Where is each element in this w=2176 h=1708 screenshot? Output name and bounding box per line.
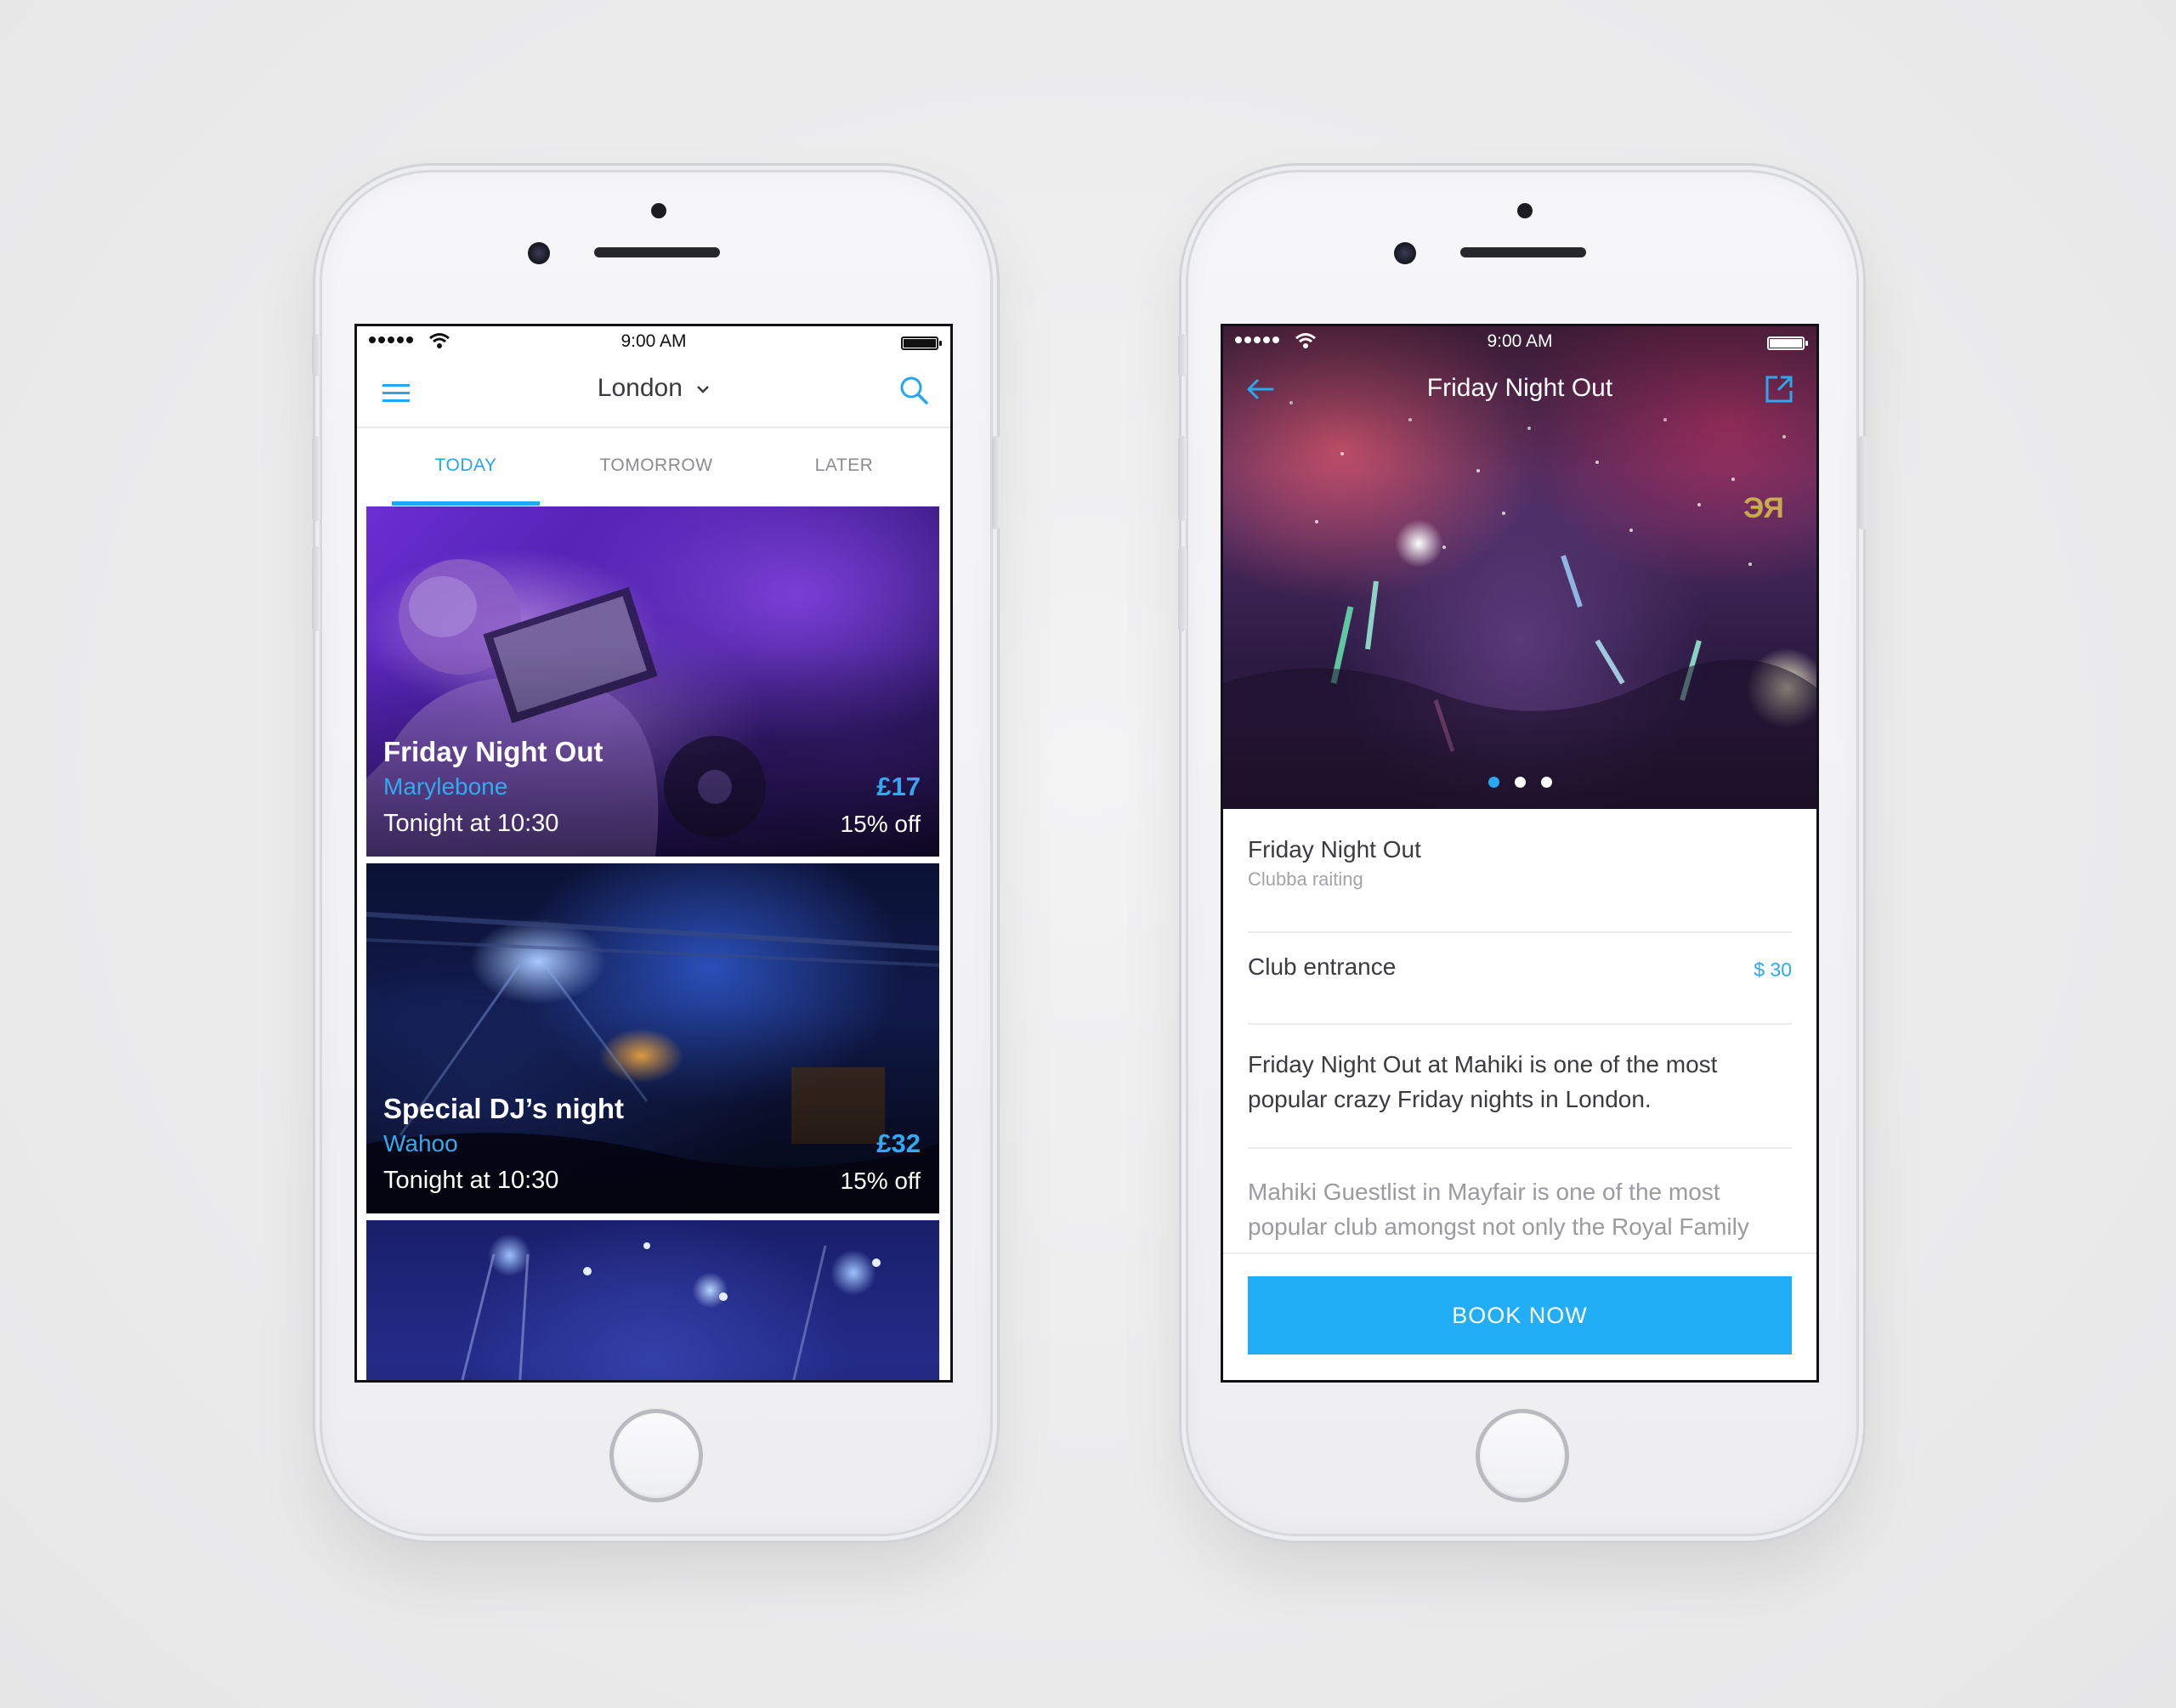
status-time: 9:00 AM xyxy=(620,331,687,351)
event-card[interactable] xyxy=(366,1220,939,1380)
date-tabs: TODAY TOMORROW LATER xyxy=(357,428,950,506)
event-price: £32 xyxy=(876,1128,921,1158)
volume-up-button xyxy=(312,436,320,521)
city-selector[interactable]: London xyxy=(357,374,950,403)
front-camera xyxy=(1394,242,1416,264)
wifi-icon xyxy=(1295,333,1316,348)
entrance-row: Club entrance $ 30 xyxy=(1248,933,1792,1025)
tab-today[interactable]: TODAY xyxy=(392,455,540,476)
battery-icon xyxy=(901,337,942,350)
wifi-icon xyxy=(429,333,450,348)
status-bar: 9:00 AM xyxy=(357,326,950,357)
book-now-button[interactable]: BOOK NOW xyxy=(1248,1276,1792,1355)
earpiece-speaker xyxy=(594,247,720,257)
top-nav-bar: London xyxy=(357,357,950,428)
events-list-screen: 9:00 AM London TODAY TOMORROW LATER Frid… xyxy=(354,324,953,1383)
volume-down-button xyxy=(1178,546,1187,631)
event-time: Tonight at 10:30 xyxy=(383,1167,559,1194)
event-venue[interactable]: Marylebone xyxy=(383,773,507,800)
power-button xyxy=(992,436,1000,529)
event-card[interactable]: Friday Night Out Marylebone Tonight at 1… xyxy=(366,506,939,857)
active-tab-indicator xyxy=(392,501,540,506)
entrance-price: $ 30 xyxy=(1754,959,1792,981)
proximity-sensor xyxy=(651,203,666,218)
event-description: Friday Night Out at Mahiki is one of the… xyxy=(1248,1051,1718,1112)
volume-down-button xyxy=(312,546,320,631)
chevron-down-icon xyxy=(697,386,710,393)
signal-icon xyxy=(369,337,413,343)
event-title: Friday Night Out xyxy=(383,736,604,767)
event-price: £17 xyxy=(876,772,921,801)
event-summary: Friday Night Out Clubba raiting xyxy=(1248,809,1792,933)
concert-lights-illustration xyxy=(461,1242,881,1380)
home-button xyxy=(609,1409,703,1502)
event-time: Tonight at 10:30 xyxy=(383,810,559,837)
event-title: Special DJ’s night xyxy=(383,1093,625,1124)
carousel-dot-active[interactable] xyxy=(1488,777,1499,788)
share-icon[interactable] xyxy=(1764,374,1794,404)
venue-description: Mahiki Guestlist in Mayfair is one of th… xyxy=(1248,1179,1749,1240)
phone-frame-left: 9:00 AM London TODAY TOMORROW LATER Frid… xyxy=(312,170,1000,1536)
event-detail-screen: ЭЯ 9:00 AM Friday Night Out xyxy=(1221,324,1819,1383)
event-venue[interactable]: Wahoo xyxy=(383,1130,458,1157)
card-gradient-overlay xyxy=(366,863,939,1213)
event-card[interactable]: Special DJ’s night Wahoo Tonight at 10:3… xyxy=(366,863,939,1213)
tab-later[interactable]: LATER xyxy=(770,455,918,476)
detail-page-title: Friday Night Out xyxy=(1426,374,1613,402)
description-section: Friday Night Out at Mahiki is one of the… xyxy=(1248,1025,1792,1149)
volume-up-button xyxy=(1178,436,1187,521)
power-button xyxy=(1858,436,1867,529)
proximity-sensor xyxy=(1517,203,1533,218)
home-button xyxy=(1476,1409,1569,1502)
carousel-dot[interactable] xyxy=(1540,777,1552,788)
city-name: London xyxy=(597,374,683,402)
battery-icon xyxy=(1767,337,1808,350)
carousel-dot[interactable] xyxy=(1514,777,1526,788)
card-gradient-overlay xyxy=(366,506,939,857)
tab-tomorrow[interactable]: TOMORROW xyxy=(582,455,730,476)
earpiece-speaker xyxy=(1460,247,1586,257)
search-icon[interactable] xyxy=(898,374,930,406)
phone-frame-right: ЭЯ 9:00 AM Friday Night Out xyxy=(1178,170,1867,1536)
carousel-dots[interactable] xyxy=(1223,777,1816,788)
entrance-label: Club entrance xyxy=(1248,953,1397,980)
event-discount: 15% off xyxy=(840,1168,921,1194)
mute-switch xyxy=(1178,334,1187,376)
status-bar: 9:00 AM xyxy=(1223,326,1816,357)
status-time: 9:00 AM xyxy=(1487,331,1553,351)
front-camera xyxy=(528,242,550,264)
mute-switch xyxy=(312,334,320,376)
booking-footer: BOOK NOW xyxy=(1223,1253,1816,1380)
event-discount: 15% off xyxy=(840,811,921,837)
signal-icon xyxy=(1235,337,1279,343)
rating-label: Clubba raiting xyxy=(1248,868,1363,890)
event-name: Friday Night Out xyxy=(1248,836,1421,862)
